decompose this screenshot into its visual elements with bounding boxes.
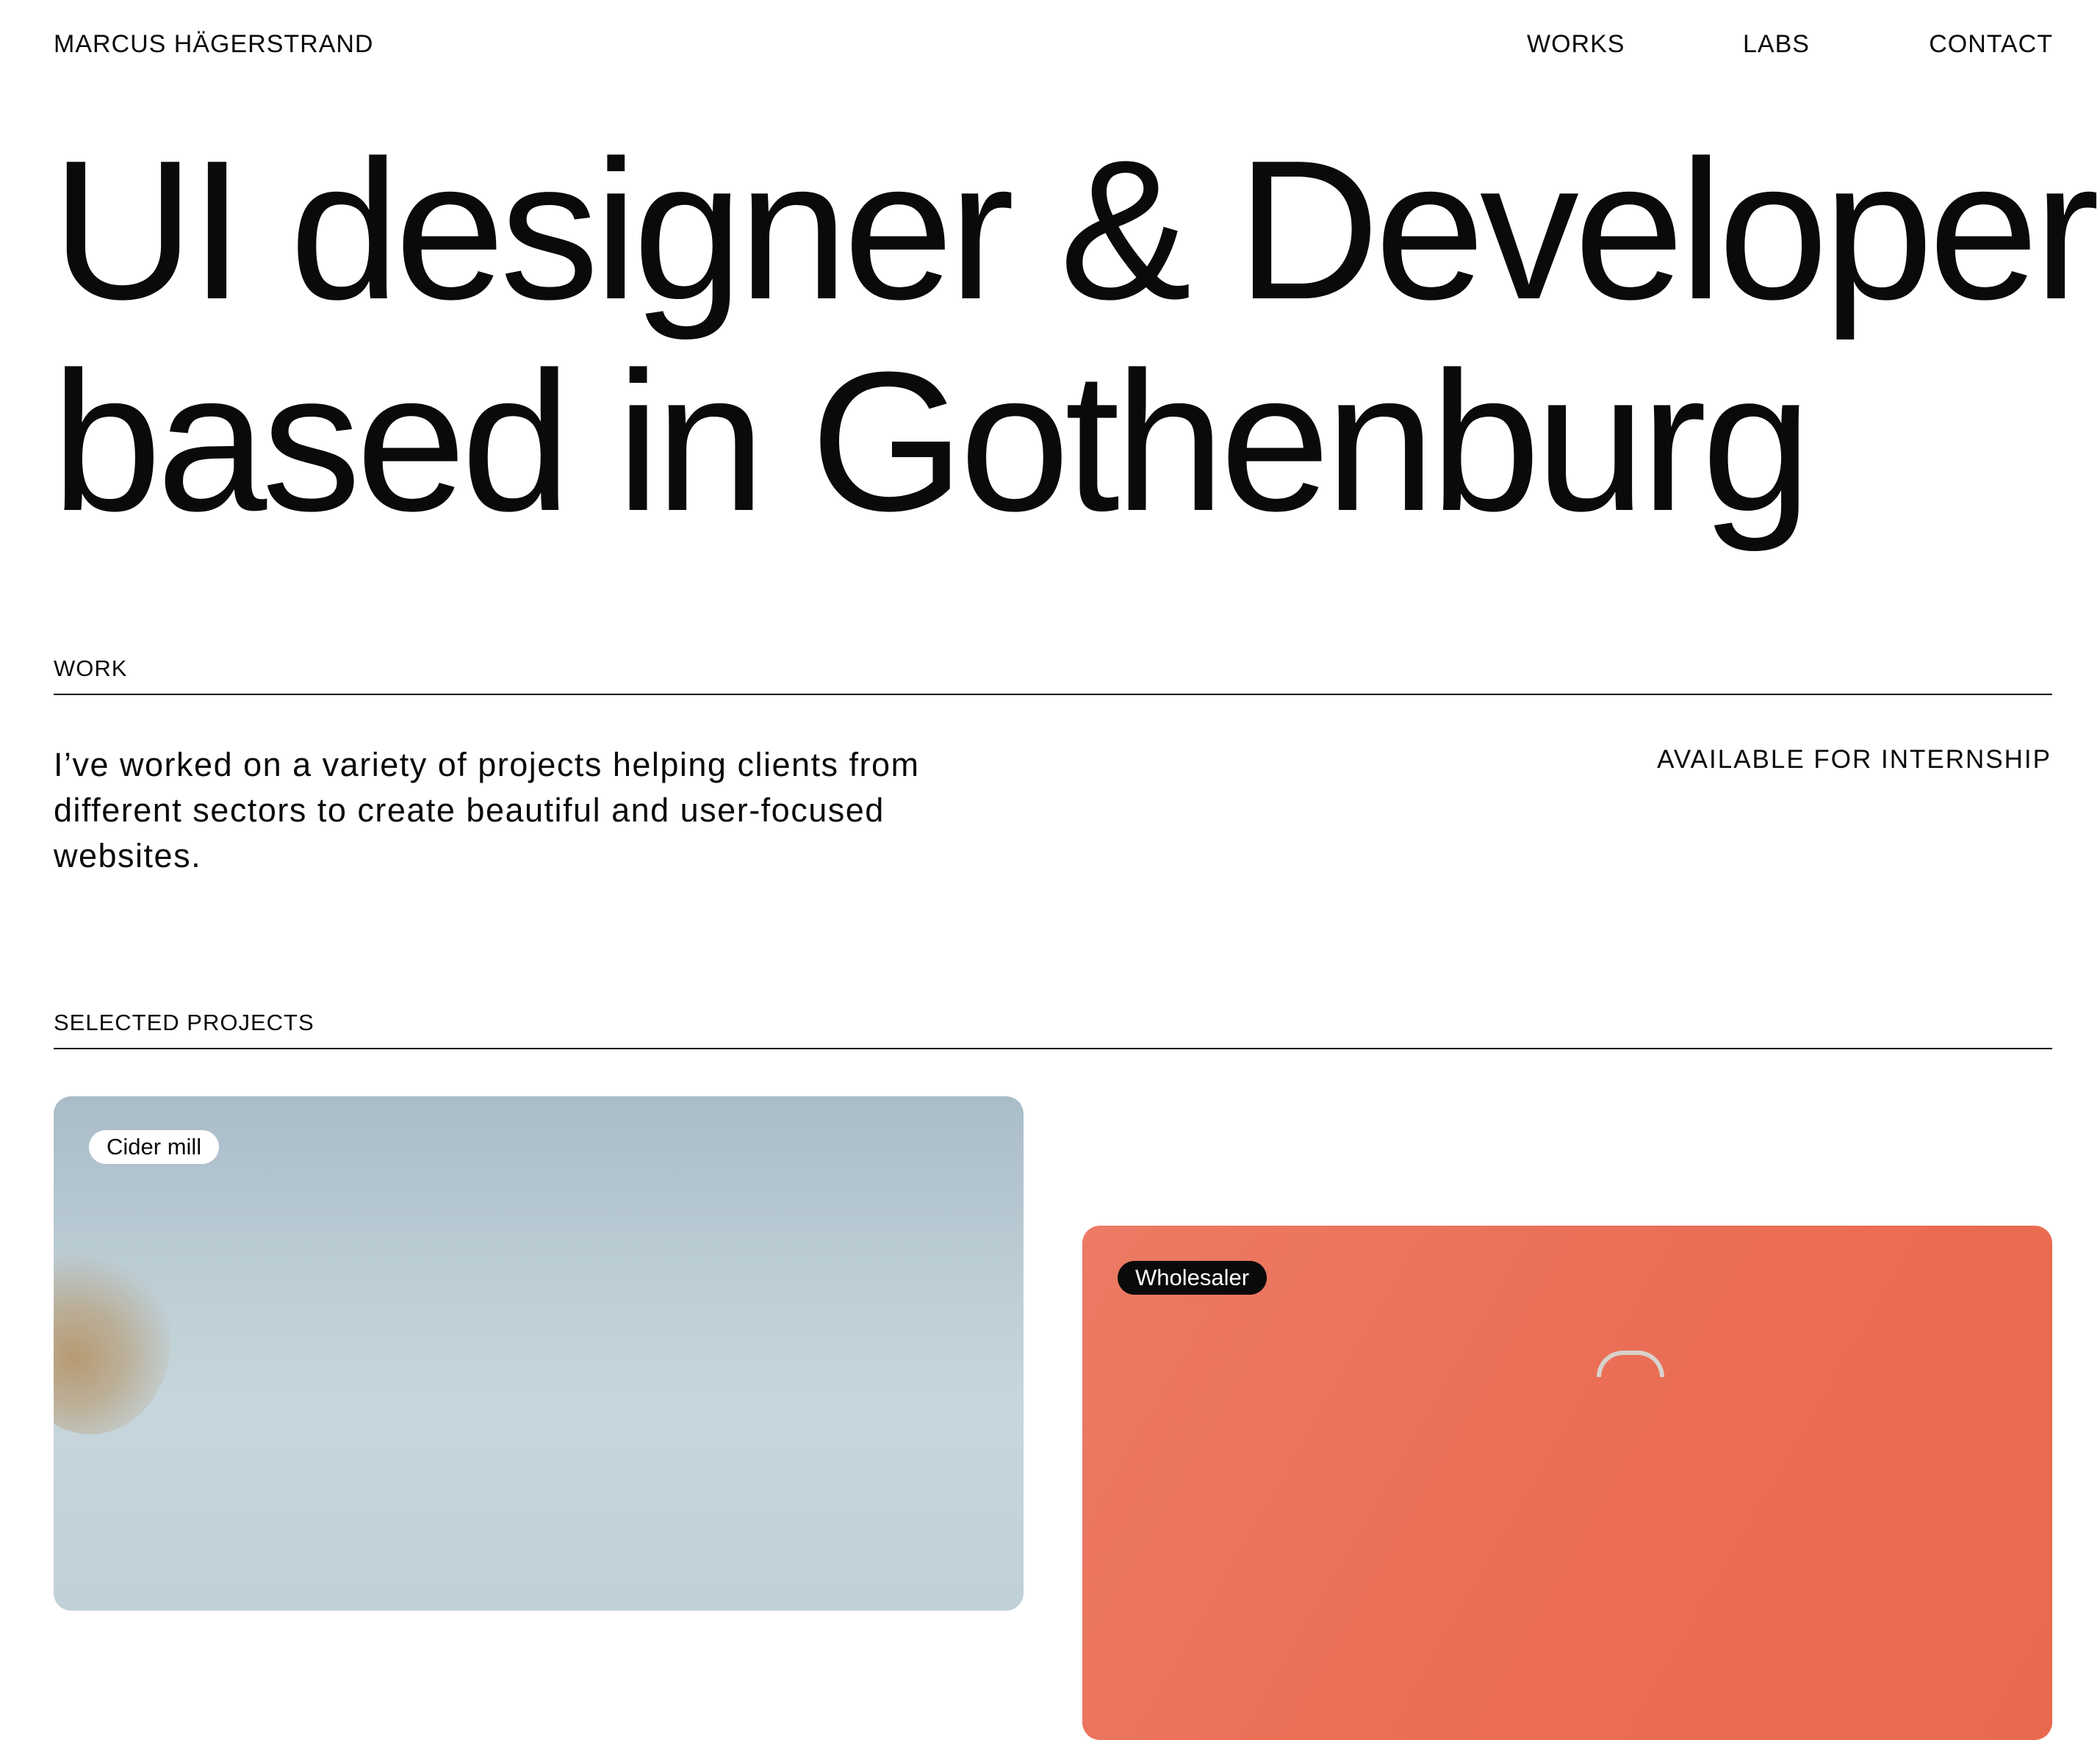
project-card-cider-mill[interactable]: Cider mill [54,1096,1024,1611]
project-image-cider-mill [54,1243,171,1434]
availability-status: AVAILABLE FOR INTERNSHIP [1657,745,2052,774]
work-intro-text: I’ve worked on a variety of projects hel… [54,746,920,874]
projects-section-label: SELECTED PROJECTS [54,1010,314,1035]
hero-line-1: UI designer & Developer [51,120,2100,341]
nav-labs-link[interactable]: LABS [1743,28,1810,60]
project-image-wholesaler [1597,1351,1664,1377]
nav-works-link[interactable]: WORKS [1527,28,1625,60]
nav-contact-link[interactable]: CONTACT [1929,28,2053,60]
work-divider [54,694,2052,695]
projects-divider [54,1048,2052,1049]
site-header: MARCUS HÄGERSTRAND WORKS LABS CONTACT [0,0,2100,88]
hero-heading: UI designer & Developer based in Gothenb… [51,120,2100,553]
hero-line-2: based in Gothenburg [51,331,1812,553]
brand-name[interactable]: MARCUS HÄGERSTRAND [54,28,373,60]
project-card-wholesaler[interactable]: Wholesaler [1082,1226,2052,1740]
work-section-label: WORK [54,655,128,681]
project-tag-wholesaler: Wholesaler [1118,1261,1267,1295]
project-tag-cider-mill: Cider mill [89,1130,220,1164]
